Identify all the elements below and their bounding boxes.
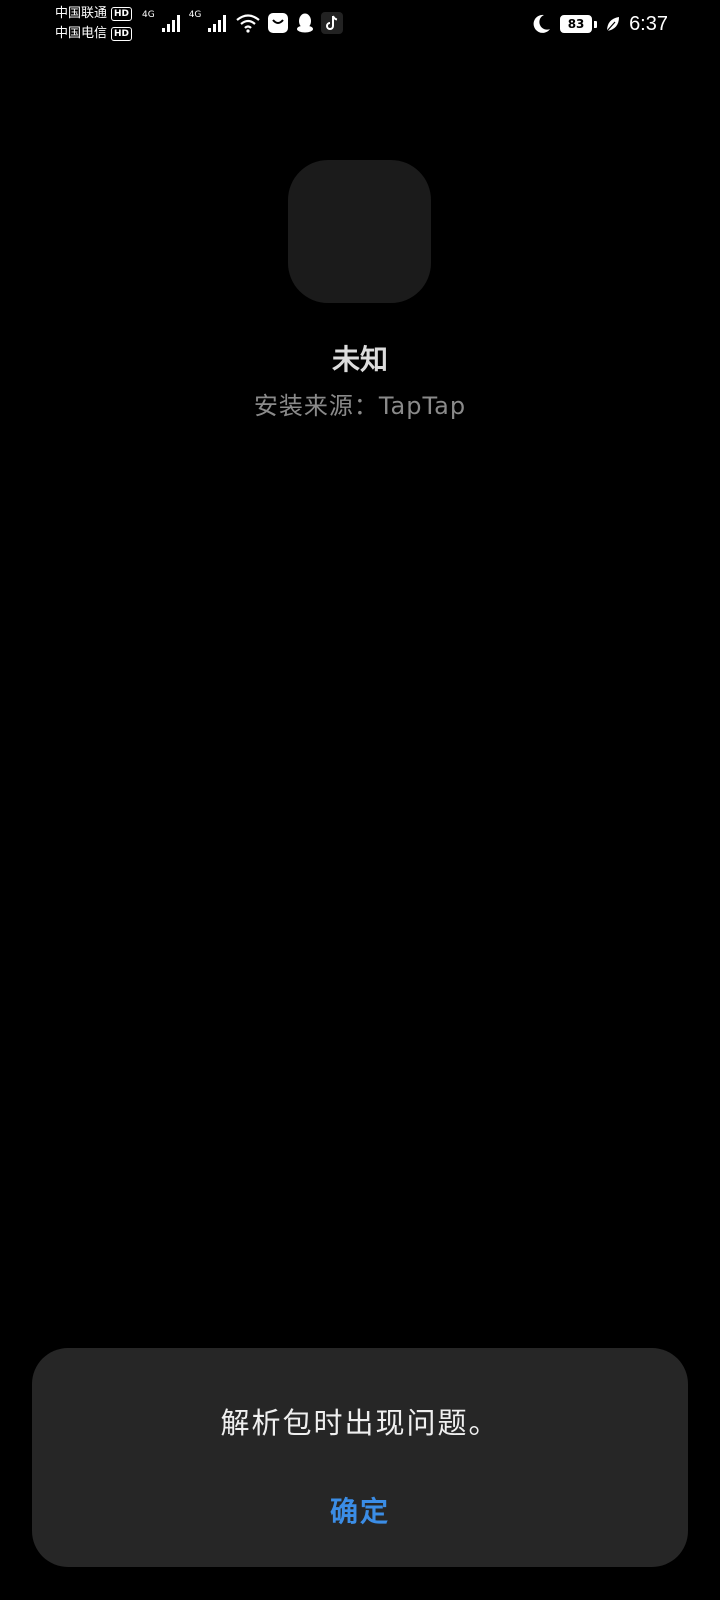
network-type-2: 4G [188, 10, 202, 20]
hd-badge-1: HD [111, 7, 133, 21]
carrier-name-1: 中国联通 [55, 6, 108, 21]
network-type-1: 4G [142, 10, 155, 20]
battery-tip [594, 20, 598, 28]
carrier-info: 中国联通 HD 中国电信 HD [55, 4, 133, 44]
clock: 6:37 [629, 12, 668, 35]
battery-level: 83 [560, 15, 593, 33]
app-name: 未知 [331, 343, 388, 376]
install-source: 安装来源：TapTap [253, 392, 467, 420]
carrier-name-2: 中国电信 [55, 26, 108, 41]
carrier-line-2: 中国电信 HD [55, 24, 133, 44]
signal-strength-icon [208, 15, 227, 32]
status-right-group: 83 6:37 [530, 9, 668, 39]
wifi-icon [236, 14, 261, 33]
hd-badge-2: HD [111, 27, 133, 41]
moon-icon [533, 14, 551, 33]
screen: 中国联通 HD 中国电信 HD 4G 4G 83 6:37 未知 安装来源：Ta… [0, 0, 720, 1600]
leaf-icon [606, 17, 620, 32]
carrier-line-1: 中国联通 HD [55, 4, 133, 24]
signal-indicators: 4G 4G [142, 8, 344, 38]
status-bar: 中国联通 HD 中国电信 HD 4G 4G 83 6:37 [0, 0, 720, 48]
dialog-message: 解析包时出现问题。 [220, 1406, 500, 1440]
error-dialog: 解析包时出现问题。 确定 [32, 1348, 688, 1567]
signal-strength-icon [161, 15, 180, 32]
battery-indicator: 83 [560, 15, 598, 33]
qq-icon [297, 13, 314, 33]
bag-app-icon [268, 13, 289, 33]
app-icon-placeholder [288, 160, 431, 303]
tiktok-icon [321, 12, 344, 34]
ok-button[interactable]: 确定 [300, 1488, 420, 1536]
